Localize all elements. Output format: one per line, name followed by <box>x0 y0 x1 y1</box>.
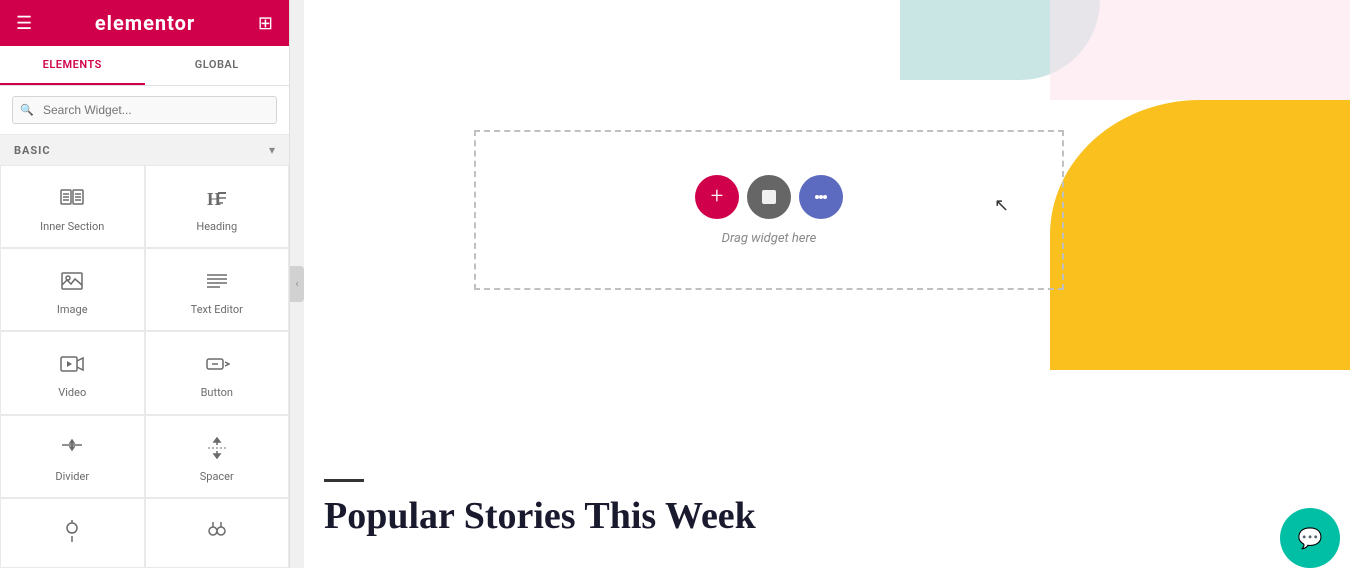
search-wrapper <box>12 96 277 124</box>
section-header[interactable]: BASIC ▾ <box>0 135 289 165</box>
bg-yellow-shape <box>1050 100 1350 370</box>
widget-heading-label: Heading <box>196 220 237 233</box>
widget-text-editor[interactable]: Text Editor <box>145 248 290 331</box>
chat-button[interactable]: 💬 <box>1280 508 1340 568</box>
widget-spacer[interactable]: Spacer <box>145 415 290 498</box>
canvas-inner: + Drag widget here Popular <box>304 0 1350 568</box>
popular-stories-heading: Popular Stories This Week <box>324 496 1350 538</box>
spacer-icon <box>204 434 230 462</box>
grid-icon[interactable]: ⊞ <box>258 13 273 34</box>
collapse-sidebar-handle[interactable]: ‹ <box>290 266 304 302</box>
widget-text-editor-label: Text Editor <box>191 303 243 316</box>
text-editor-icon <box>204 267 230 295</box>
tab-elements[interactable]: ELEMENTS <box>0 46 145 85</box>
widget-10[interactable] <box>145 498 290 568</box>
popular-stories-section: Popular Stories This Week <box>304 479 1350 538</box>
widget-inner-section[interactable]: Inner Section <box>0 165 145 248</box>
sidebar-header: ☰ elementor ⊞ <box>0 0 289 46</box>
hamburger-icon[interactable]: ☰ <box>16 13 32 34</box>
section-title: BASIC <box>14 144 51 157</box>
widget9-icon <box>59 517 85 545</box>
search-container <box>0 86 289 135</box>
widget-button[interactable]: Button <box>145 331 290 414</box>
heading-icon: H <box>204 184 230 212</box>
button-icon <box>204 350 230 378</box>
sidebar-tabs: ELEMENTS GLOBAL <box>0 46 289 86</box>
divider-decoration <box>324 479 364 482</box>
widget-video[interactable]: Video <box>0 331 145 414</box>
widget-divider[interactable]: Divider <box>0 415 145 498</box>
widget-video-label: Video <box>58 386 86 399</box>
tab-global[interactable]: GLOBAL <box>145 46 290 85</box>
widget-image[interactable]: Image <box>0 248 145 331</box>
widget-options-button[interactable] <box>799 175 843 219</box>
section-settings-button[interactable] <box>747 175 791 219</box>
search-input[interactable] <box>12 96 277 124</box>
widget-heading[interactable]: H Heading <box>145 165 290 248</box>
canvas: + Drag widget here Popular <box>304 0 1350 568</box>
video-icon <box>59 350 85 378</box>
add-widget-button[interactable]: + <box>695 175 739 219</box>
widget-spacer-label: Spacer <box>200 470 234 483</box>
inner-section-icon <box>59 184 85 212</box>
chevron-down-icon: ▾ <box>269 143 275 157</box>
drop-zone[interactable]: + Drag widget here <box>474 130 1064 290</box>
widget-inner-section-label: Inner Section <box>40 220 104 233</box>
widget-grid: Inner Section H Heading <box>0 165 289 568</box>
elementor-logo: elementor <box>95 11 195 35</box>
divider-icon <box>59 434 85 462</box>
widget-divider-label: Divider <box>55 470 89 483</box>
sidebar: ☰ elementor ⊞ ELEMENTS GLOBAL BASIC ▾ <box>0 0 290 568</box>
bg-pink-shape <box>1050 0 1350 100</box>
widget-button-label: Button <box>201 386 233 399</box>
widget-image-label: Image <box>57 303 88 316</box>
image-icon <box>59 267 85 295</box>
drag-widget-label: Drag widget here <box>722 231 817 246</box>
widget10-icon <box>204 517 230 545</box>
drop-actions: + <box>695 175 843 219</box>
widget-9[interactable] <box>0 498 145 568</box>
